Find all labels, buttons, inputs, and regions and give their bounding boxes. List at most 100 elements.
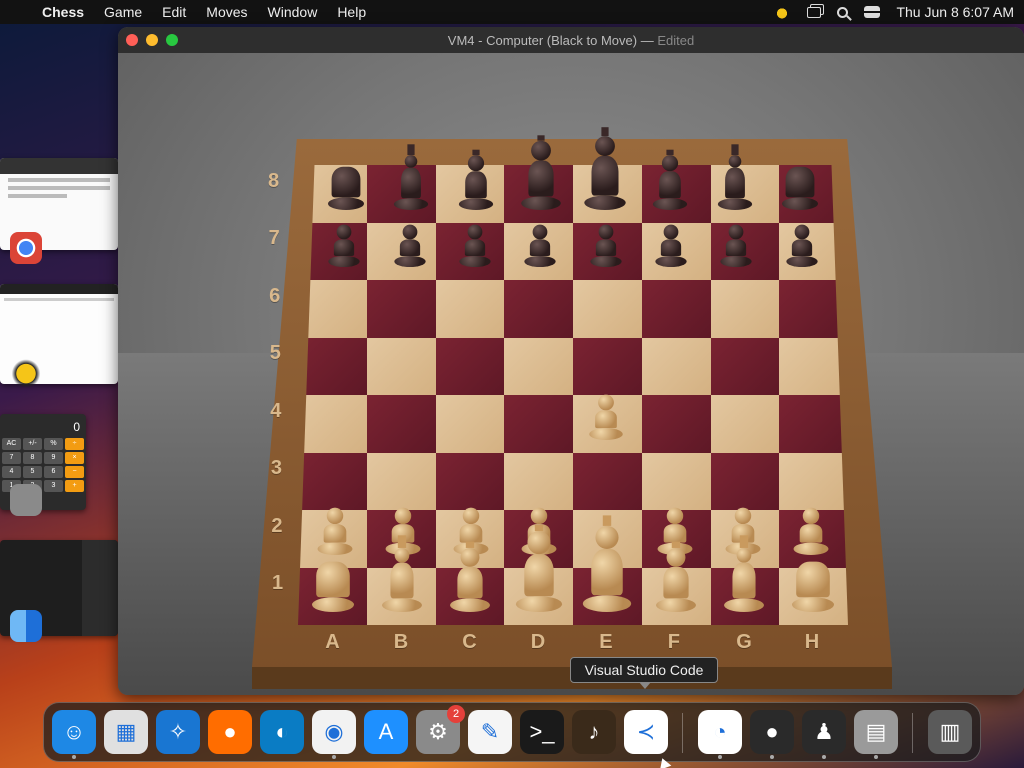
trash-icon[interactable]: ▥: [928, 710, 972, 754]
board-square-f3[interactable]: [641, 452, 711, 510]
board-square-d3[interactable]: [504, 452, 573, 510]
textedit-icon[interactable]: ✎: [468, 710, 512, 754]
finder-icon[interactable]: ☺: [52, 710, 96, 754]
board-square-h4[interactable]: [779, 395, 848, 453]
board-square-g5[interactable]: [710, 337, 780, 395]
board-square-f6[interactable]: [641, 280, 711, 338]
board-square-e6[interactable]: [573, 280, 642, 338]
board-square-e5[interactable]: [573, 337, 642, 395]
menu-game[interactable]: Game: [104, 4, 142, 20]
black-queen[interactable]: [520, 135, 561, 210]
chrome-icon[interactable]: [10, 232, 42, 264]
menu-help[interactable]: Help: [337, 4, 366, 20]
app-green-icon[interactable]: ◔: [698, 710, 742, 754]
vscode-icon[interactable]: ≺: [624, 710, 668, 754]
black-pawn[interactable]: [655, 224, 687, 268]
white-king[interactable]: [583, 515, 632, 613]
white-pawn[interactable]: [317, 507, 353, 555]
board-square-b6[interactable]: [366, 280, 436, 338]
board-square-c5[interactable]: [435, 337, 505, 395]
white-rook[interactable]: [312, 561, 355, 613]
chess-board[interactable]: [298, 165, 848, 625]
board-square-g6[interactable]: [710, 280, 780, 338]
menubar-clock[interactable]: Thu Jun 8 6:07 AM: [896, 4, 1014, 20]
board-square-h3[interactable]: [779, 452, 848, 510]
file-label: B: [393, 631, 409, 653]
white-pawn[interactable]: [589, 394, 624, 440]
black-knight[interactable]: [718, 144, 753, 210]
calculator-icon[interactable]: ▤: [854, 710, 898, 754]
bee-app-icon[interactable]: [10, 356, 42, 388]
black-rook[interactable]: [327, 166, 364, 210]
calculator-display: 0: [73, 420, 80, 434]
rank-label: 8: [268, 169, 280, 192]
launchpad-icon[interactable]: ▦: [104, 710, 148, 754]
board-square-f5[interactable]: [641, 337, 711, 395]
board-square-h5[interactable]: [779, 337, 848, 395]
notification-badge: 2: [447, 705, 465, 723]
edge-icon[interactable]: ◐: [260, 710, 304, 754]
board-square-c3[interactable]: [435, 452, 505, 510]
board-square-a3[interactable]: [298, 452, 367, 510]
black-bishop[interactable]: [653, 149, 688, 210]
garageband-icon[interactable]: ♪: [572, 710, 616, 754]
safari-icon[interactable]: ✧: [156, 710, 200, 754]
bee-status-icon[interactable]: [773, 5, 792, 19]
menubar: Chess Game Edit Moves Window Help Thu Ju…: [0, 0, 1024, 24]
window-titlebar[interactable]: VM4 - Computer (Black to Move) — Edited: [118, 27, 1024, 53]
black-knight[interactable]: [393, 144, 428, 210]
control-center-icon[interactable]: [864, 6, 881, 18]
dock-separator: [682, 713, 683, 753]
black-pawn[interactable]: [590, 224, 622, 268]
menu-app-name[interactable]: Chess: [42, 4, 84, 20]
black-pawn[interactable]: [720, 224, 753, 268]
app-store-icon[interactable]: A: [364, 710, 408, 754]
menu-moves[interactable]: Moves: [206, 4, 247, 20]
board-square-e3[interactable]: [573, 452, 642, 510]
white-knight[interactable]: [724, 535, 765, 613]
board-square-f4[interactable]: [641, 395, 711, 453]
black-rook[interactable]: [782, 166, 819, 210]
board-square-d6[interactable]: [504, 280, 573, 338]
bee-app-icon[interactable]: ●: [750, 710, 794, 754]
window-title: VM4 - Computer (Black to Move) — Edited: [447, 32, 695, 48]
board-square-a5[interactable]: [298, 337, 367, 395]
white-queen[interactable]: [515, 525, 562, 613]
black-pawn[interactable]: [786, 224, 818, 268]
file-label: G: [736, 631, 752, 653]
calculator-icon[interactable]: [10, 484, 42, 516]
chrome-icon[interactable]: ◉: [312, 710, 356, 754]
file-label: A: [325, 631, 340, 653]
board-square-c6[interactable]: [435, 280, 505, 338]
black-pawn[interactable]: [524, 224, 556, 268]
board-square-c4[interactable]: [435, 395, 505, 453]
board-square-g3[interactable]: [710, 452, 780, 510]
white-pawn[interactable]: [793, 507, 829, 555]
menu-edit[interactable]: Edit: [162, 4, 186, 20]
board-square-d4[interactable]: [504, 395, 573, 453]
board-square-a4[interactable]: [298, 395, 367, 453]
firefox-icon[interactable]: ●: [208, 710, 252, 754]
board-square-g4[interactable]: [710, 395, 780, 453]
board-square-b5[interactable]: [366, 337, 436, 395]
finder-icon[interactable]: [10, 610, 42, 642]
black-bishop[interactable]: [458, 149, 493, 210]
system-settings-icon[interactable]: ⚙ 2: [416, 705, 465, 754]
board-square-b4[interactable]: [366, 395, 436, 453]
white-bishop[interactable]: [450, 541, 491, 613]
spotlight-search-icon[interactable]: [837, 6, 849, 18]
board-square-d5[interactable]: [504, 337, 573, 395]
black-pawn[interactable]: [393, 224, 426, 268]
black-pawn[interactable]: [459, 224, 491, 268]
white-bishop[interactable]: [655, 541, 696, 613]
terminal-icon[interactable]: >_: [520, 710, 564, 754]
menu-window[interactable]: Window: [268, 4, 318, 20]
white-rook[interactable]: [791, 561, 834, 613]
screen-mirroring-icon[interactable]: [807, 6, 822, 18]
black-pawn[interactable]: [328, 224, 360, 268]
chess-scene[interactable]: 8 7 6 5 4 3 2 1 A B C D E F G H: [118, 53, 1024, 695]
white-knight[interactable]: [381, 535, 422, 613]
chess-app-icon[interactable]: ♟: [802, 710, 846, 754]
board-square-b3[interactable]: [366, 452, 436, 510]
black-king[interactable]: [584, 127, 627, 210]
